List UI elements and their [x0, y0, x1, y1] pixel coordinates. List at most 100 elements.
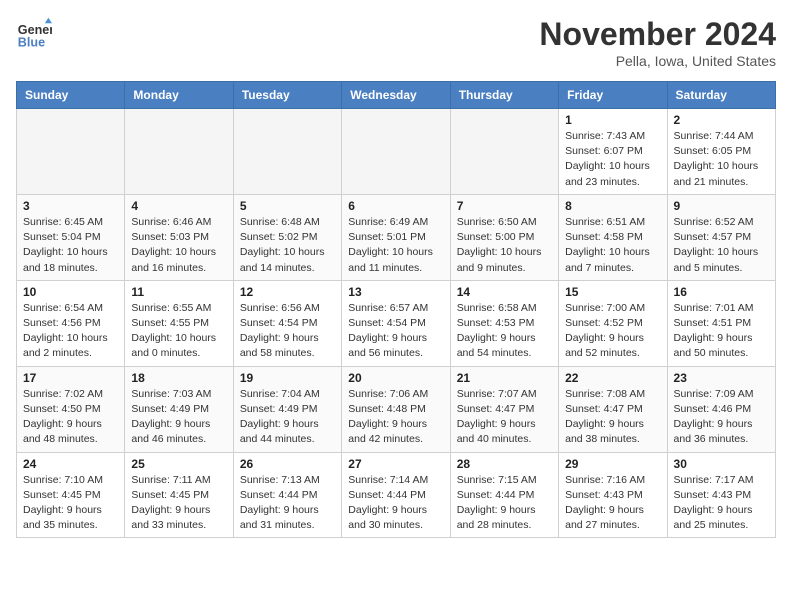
- calendar-cell: 17 Sunrise: 7:02 AM Sunset: 4:50 PM Dayli…: [17, 366, 125, 452]
- day-info: Sunrise: 7:00 AM Sunset: 4:52 PM Dayligh…: [565, 301, 660, 362]
- calendar-week-0: 1 Sunrise: 7:43 AM Sunset: 6:07 PM Daylig…: [17, 109, 776, 195]
- day-info: Sunrise: 7:07 AM Sunset: 4:47 PM Dayligh…: [457, 387, 552, 448]
- day-info: Sunrise: 6:56 AM Sunset: 4:54 PM Dayligh…: [240, 301, 335, 362]
- day-number: 26: [240, 457, 335, 471]
- calendar-table: SundayMondayTuesdayWednesdayThursdayFrid…: [16, 81, 776, 538]
- month-year-title: November 2024: [539, 16, 776, 53]
- day-number: 17: [23, 371, 118, 385]
- day-info: Sunrise: 7:44 AM Sunset: 6:05 PM Dayligh…: [674, 129, 769, 190]
- day-number: 2: [674, 113, 769, 127]
- column-header-thursday: Thursday: [450, 82, 558, 109]
- calendar-cell: 23 Sunrise: 7:09 AM Sunset: 4:46 PM Dayli…: [667, 366, 775, 452]
- day-number: 8: [565, 199, 660, 213]
- calendar-cell: 26 Sunrise: 7:13 AM Sunset: 4:44 PM Dayli…: [233, 452, 341, 538]
- calendar-week-1: 3Sunrise: 6:45 AM Sunset: 5:04 PM Daylig…: [17, 194, 776, 280]
- day-info: Sunrise: 7:02 AM Sunset: 4:50 PM Dayligh…: [23, 387, 118, 448]
- calendar-header-row: SundayMondayTuesdayWednesdayThursdayFrid…: [17, 82, 776, 109]
- calendar-cell: [125, 109, 233, 195]
- location-subtitle: Pella, Iowa, United States: [539, 53, 776, 69]
- column-header-tuesday: Tuesday: [233, 82, 341, 109]
- day-info: Sunrise: 7:06 AM Sunset: 4:48 PM Dayligh…: [348, 387, 443, 448]
- day-info: Sunrise: 6:51 AM Sunset: 4:58 PM Dayligh…: [565, 215, 660, 276]
- calendar-cell: 16Sunrise: 7:01 AM Sunset: 4:51 PM Dayli…: [667, 280, 775, 366]
- day-number: 15: [565, 285, 660, 299]
- day-number: 18: [131, 371, 226, 385]
- day-number: 24: [23, 457, 118, 471]
- calendar-cell: 2 Sunrise: 7:44 AM Sunset: 6:05 PM Daylig…: [667, 109, 775, 195]
- day-number: 21: [457, 371, 552, 385]
- calendar-cell: [233, 109, 341, 195]
- calendar-cell: 19 Sunrise: 7:04 AM Sunset: 4:49 PM Dayli…: [233, 366, 341, 452]
- calendar-cell: 8 Sunrise: 6:51 AM Sunset: 4:58 PM Daylig…: [559, 194, 667, 280]
- day-number: 29: [565, 457, 660, 471]
- day-number: 7: [457, 199, 552, 213]
- day-number: 23: [674, 371, 769, 385]
- calendar-cell: 6 Sunrise: 6:49 AM Sunset: 5:01 PM Daylig…: [342, 194, 450, 280]
- title-block: November 2024 Pella, Iowa, United States: [539, 16, 776, 69]
- calendar-cell: 18 Sunrise: 7:03 AM Sunset: 4:49 PM Dayli…: [125, 366, 233, 452]
- day-number: 4: [131, 199, 226, 213]
- calendar-cell: 29 Sunrise: 7:16 AM Sunset: 4:43 PM Dayli…: [559, 452, 667, 538]
- day-number: 16: [674, 285, 769, 299]
- day-number: 6: [348, 199, 443, 213]
- day-info: Sunrise: 6:48 AM Sunset: 5:02 PM Dayligh…: [240, 215, 335, 276]
- day-number: 9: [674, 199, 769, 213]
- day-number: 28: [457, 457, 552, 471]
- calendar-cell: [450, 109, 558, 195]
- day-number: 5: [240, 199, 335, 213]
- day-info: Sunrise: 7:13 AM Sunset: 4:44 PM Dayligh…: [240, 473, 335, 534]
- calendar-cell: 22 Sunrise: 7:08 AM Sunset: 4:47 PM Dayli…: [559, 366, 667, 452]
- day-info: Sunrise: 7:15 AM Sunset: 4:44 PM Dayligh…: [457, 473, 552, 534]
- day-info: Sunrise: 7:16 AM Sunset: 4:43 PM Dayligh…: [565, 473, 660, 534]
- day-info: Sunrise: 7:10 AM Sunset: 4:45 PM Dayligh…: [23, 473, 118, 534]
- calendar-cell: 11 Sunrise: 6:55 AM Sunset: 4:55 PM Dayli…: [125, 280, 233, 366]
- calendar-cell: [17, 109, 125, 195]
- day-number: 13: [348, 285, 443, 299]
- calendar-cell: 1 Sunrise: 7:43 AM Sunset: 6:07 PM Daylig…: [559, 109, 667, 195]
- day-number: 30: [674, 457, 769, 471]
- calendar-cell: 28 Sunrise: 7:15 AM Sunset: 4:44 PM Dayli…: [450, 452, 558, 538]
- day-number: 22: [565, 371, 660, 385]
- calendar-cell: 14Sunrise: 6:58 AM Sunset: 4:53 PM Dayli…: [450, 280, 558, 366]
- day-number: 20: [348, 371, 443, 385]
- column-header-monday: Monday: [125, 82, 233, 109]
- calendar-week-2: 10Sunrise: 6:54 AM Sunset: 4:56 PM Dayli…: [17, 280, 776, 366]
- day-info: Sunrise: 7:08 AM Sunset: 4:47 PM Dayligh…: [565, 387, 660, 448]
- calendar-cell: 20 Sunrise: 7:06 AM Sunset: 4:48 PM Dayli…: [342, 366, 450, 452]
- calendar-cell: 30 Sunrise: 7:17 AM Sunset: 4:43 PM Dayli…: [667, 452, 775, 538]
- day-number: 1: [565, 113, 660, 127]
- calendar-cell: 25 Sunrise: 7:11 AM Sunset: 4:45 PM Dayli…: [125, 452, 233, 538]
- day-info: Sunrise: 6:50 AM Sunset: 5:00 PM Dayligh…: [457, 215, 552, 276]
- day-info: Sunrise: 7:17 AM Sunset: 4:43 PM Dayligh…: [674, 473, 769, 534]
- day-info: Sunrise: 6:54 AM Sunset: 4:56 PM Dayligh…: [23, 301, 118, 362]
- day-info: Sunrise: 6:52 AM Sunset: 4:57 PM Dayligh…: [674, 215, 769, 276]
- calendar-cell: 7 Sunrise: 6:50 AM Sunset: 5:00 PM Daylig…: [450, 194, 558, 280]
- calendar-cell: 21 Sunrise: 7:07 AM Sunset: 4:47 PM Dayli…: [450, 366, 558, 452]
- day-number: 12: [240, 285, 335, 299]
- calendar-week-3: 17 Sunrise: 7:02 AM Sunset: 4:50 PM Dayli…: [17, 366, 776, 452]
- day-number: 3: [23, 199, 118, 213]
- day-info: Sunrise: 7:04 AM Sunset: 4:49 PM Dayligh…: [240, 387, 335, 448]
- day-number: 19: [240, 371, 335, 385]
- day-info: Sunrise: 6:49 AM Sunset: 5:01 PM Dayligh…: [348, 215, 443, 276]
- day-info: Sunrise: 7:09 AM Sunset: 4:46 PM Dayligh…: [674, 387, 769, 448]
- day-info: Sunrise: 7:14 AM Sunset: 4:44 PM Dayligh…: [348, 473, 443, 534]
- day-info: Sunrise: 6:55 AM Sunset: 4:55 PM Dayligh…: [131, 301, 226, 362]
- calendar-cell: 27 Sunrise: 7:14 AM Sunset: 4:44 PM Dayli…: [342, 452, 450, 538]
- day-number: 27: [348, 457, 443, 471]
- day-number: 25: [131, 457, 226, 471]
- day-info: Sunrise: 7:43 AM Sunset: 6:07 PM Dayligh…: [565, 129, 660, 190]
- calendar-cell: 5 Sunrise: 6:48 AM Sunset: 5:02 PM Daylig…: [233, 194, 341, 280]
- page-header: General Blue November 2024 Pella, Iowa, …: [16, 16, 776, 69]
- calendar-cell: 3Sunrise: 6:45 AM Sunset: 5:04 PM Daylig…: [17, 194, 125, 280]
- day-info: Sunrise: 6:58 AM Sunset: 4:53 PM Dayligh…: [457, 301, 552, 362]
- day-number: 11: [131, 285, 226, 299]
- calendar-cell: 10Sunrise: 6:54 AM Sunset: 4:56 PM Dayli…: [17, 280, 125, 366]
- calendar-week-4: 24 Sunrise: 7:10 AM Sunset: 4:45 PM Dayli…: [17, 452, 776, 538]
- day-info: Sunrise: 7:03 AM Sunset: 4:49 PM Dayligh…: [131, 387, 226, 448]
- calendar-cell: 13Sunrise: 6:57 AM Sunset: 4:54 PM Dayli…: [342, 280, 450, 366]
- calendar-cell: 15 Sunrise: 7:00 AM Sunset: 4:52 PM Dayli…: [559, 280, 667, 366]
- column-header-friday: Friday: [559, 82, 667, 109]
- day-info: Sunrise: 7:11 AM Sunset: 4:45 PM Dayligh…: [131, 473, 226, 534]
- column-header-wednesday: Wednesday: [342, 82, 450, 109]
